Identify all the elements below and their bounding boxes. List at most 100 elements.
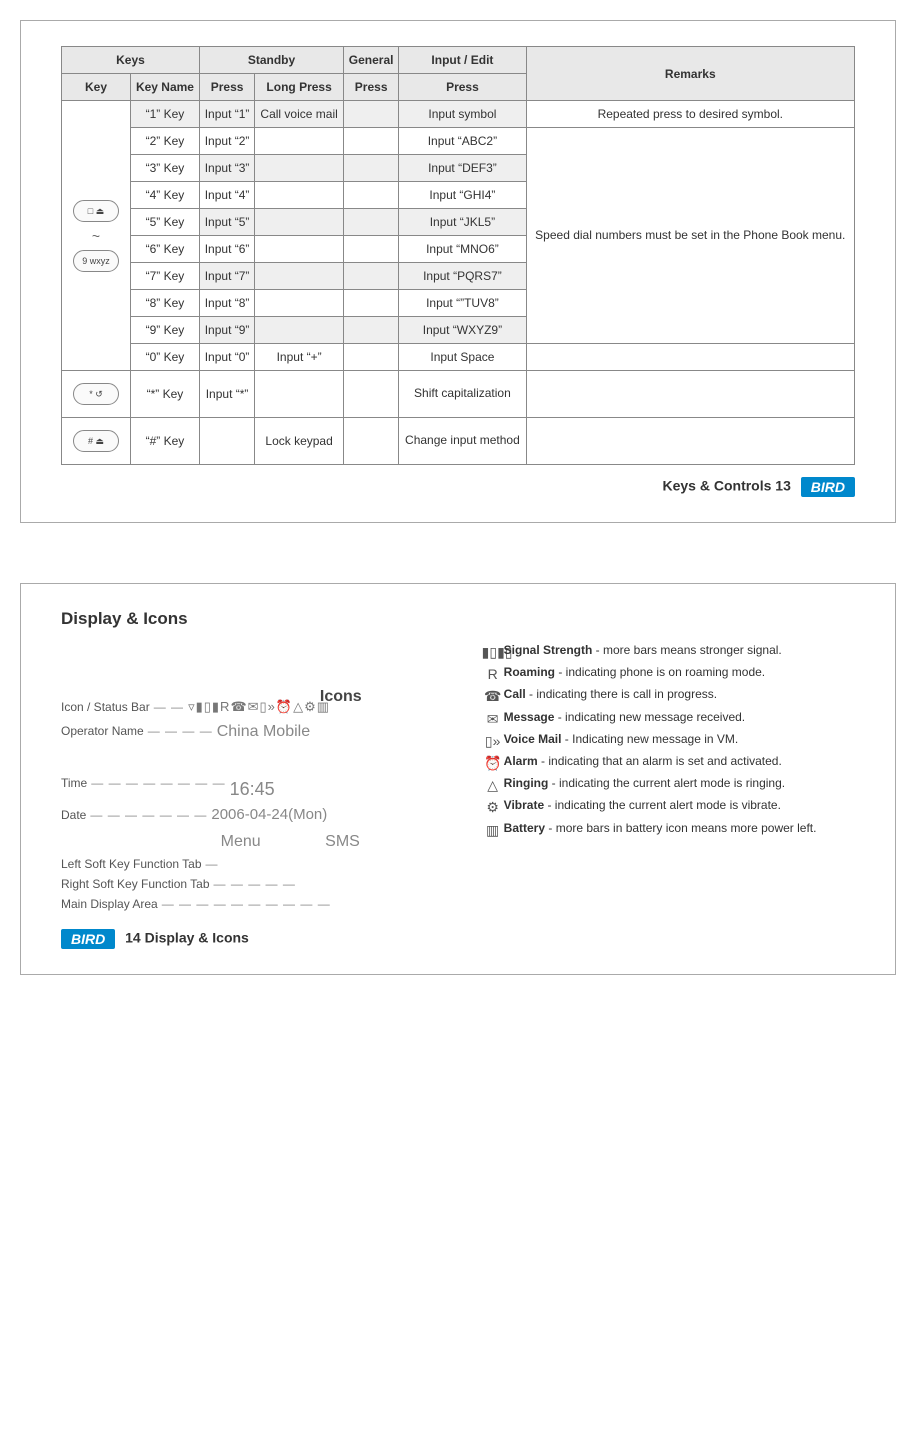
page1-footer: Keys & Controls 13 BIRD <box>61 477 855 497</box>
status-icon: ▥ <box>482 821 504 839</box>
cell-hash-gen <box>344 418 399 465</box>
icon-description: Signal Strength - more bars means strong… <box>504 643 855 659</box>
status-icon: ⚙ <box>482 798 504 816</box>
cell-gen <box>344 290 399 317</box>
cell-long: Input “+” <box>255 344 344 371</box>
icon-legend-item: ✉Message - indicating new message receiv… <box>482 710 855 728</box>
cell-inp: Input “JKL5” <box>399 209 526 236</box>
icon-legend-item: △Ringing - indicating the current alert … <box>482 776 855 794</box>
cell-name: “9” Key <box>131 317 200 344</box>
cell-gen <box>344 209 399 236</box>
label-right-soft: Right Soft Key Function Tab <box>61 877 210 891</box>
screen-date: 2006-04-24(Mon) <box>211 806 327 823</box>
icon-description: Alarm - indicating that an alarm is set … <box>504 754 855 770</box>
label-left-soft: Left Soft Key Function Tab <box>61 857 202 871</box>
cell-inp: Input “GHI4” <box>399 182 526 209</box>
th-press3: Press <box>399 74 526 101</box>
status-icon: ⏰ <box>482 754 504 772</box>
status-icon: ▮▯▮▯ <box>482 643 504 661</box>
icon-description: Ringing - indicating the current alert m… <box>504 776 855 792</box>
cell-gen <box>344 344 399 371</box>
cell-hash-long: Lock keypad <box>255 418 344 465</box>
cell-gen <box>344 128 399 155</box>
icon-description: Vibrate - indicating the current alert m… <box>504 798 855 814</box>
status-icon: ☎ <box>482 687 504 705</box>
th-input-edit: Input / Edit <box>399 47 526 74</box>
icon-legend-item: ⏰Alarm - indicating that an alarm is set… <box>482 754 855 772</box>
cell-long <box>255 155 344 182</box>
cell-press: Input “5” <box>199 209 254 236</box>
cell-name: “2” Key <box>131 128 200 155</box>
label-date: Date <box>61 808 86 822</box>
cell-name: “8” Key <box>131 290 200 317</box>
label-operator: Operator Name <box>61 724 144 738</box>
cell-press: Input “8” <box>199 290 254 317</box>
keys-table: Keys Standby General Input / Edit Remark… <box>61 46 855 465</box>
cell-name: “1” Key <box>131 101 200 128</box>
cell-long <box>255 290 344 317</box>
cell-gen <box>344 101 399 128</box>
cell-inp: Input “ABC2” <box>399 128 526 155</box>
cell-press: Input “9” <box>199 317 254 344</box>
icons-label: Icons <box>320 688 362 706</box>
phone-key-icon: 9 wxyz <box>73 250 119 272</box>
page2-footer: BIRD 14 Display & Icons <box>61 929 855 949</box>
screen-iconbar: ▿▮▯▮R☎✉▯»⏰△⚙▥ <box>188 699 330 715</box>
cell-star-press: Input “*” <box>199 371 254 418</box>
th-standby: Standby <box>199 47 343 74</box>
icon-description: Roaming - indicating phone is on roaming… <box>504 665 855 681</box>
cell-press: Input “6” <box>199 236 254 263</box>
cell-inp: Input “DEF3” <box>399 155 526 182</box>
cell-remarks-speed-dial: Speed dial numbers must be set in the Ph… <box>526 128 854 344</box>
cell-inp: Input “”TUV8” <box>399 290 526 317</box>
cell-long <box>255 317 344 344</box>
status-icon: ✉ <box>482 710 504 728</box>
cell-remarks <box>526 344 854 371</box>
cell-name: “7” Key <box>131 263 200 290</box>
table-row: “2” KeyInput “2”Input “ABC2”Speed dial n… <box>62 128 855 155</box>
status-icon: ▯» <box>482 732 504 750</box>
brand-logo: BIRD <box>801 477 855 497</box>
cell-press: Input “4” <box>199 182 254 209</box>
cell-long <box>255 182 344 209</box>
icon-description: Message - indicating new message receive… <box>504 710 855 726</box>
phone-key-icon: □ ⏏ <box>73 200 119 222</box>
cell-long <box>255 209 344 236</box>
table-row-star: * ↺ “*” Key Input “*” Shift capitalizati… <box>62 371 855 418</box>
cell-hash-rem <box>526 418 854 465</box>
screen-time: 16:45 <box>230 779 275 800</box>
th-key: Key <box>62 74 131 101</box>
th-general: General <box>344 47 399 74</box>
status-icon: R <box>482 665 504 683</box>
cell-star-name: “*” Key <box>131 371 200 418</box>
cell-gen <box>344 263 399 290</box>
footer-text: 14 Display & Icons <box>125 930 249 946</box>
cell-press: Input “1” <box>199 101 254 128</box>
cell-gen <box>344 236 399 263</box>
cell-name: “3” Key <box>131 155 200 182</box>
cell-gen <box>344 317 399 344</box>
table-row-hash: # ⏏ “#” Key Lock keypad Change input met… <box>62 418 855 465</box>
icon-description: Battery - more bars in battery icon mean… <box>504 821 855 837</box>
icon-legend-item: ⚙Vibrate - indicating the current alert … <box>482 798 855 816</box>
cell-press: Input “7” <box>199 263 254 290</box>
cell-inp: Input symbol <box>399 101 526 128</box>
key-icon-numeric: □ ⏏~9 wxyz <box>62 101 131 371</box>
display-diagram: Icons Icon / Status Bar — — ▿▮▯▮R☎✉▯»⏰△⚙… <box>61 643 472 917</box>
screen-sms: SMS <box>325 833 360 850</box>
cell-inp: Input “WXYZ9” <box>399 317 526 344</box>
cell-long <box>255 236 344 263</box>
icon-legend-item: ☎Call - indicating there is call in prog… <box>482 687 855 705</box>
cell-press: Input “2” <box>199 128 254 155</box>
page-keys-controls: Keys Standby General Input / Edit Remark… <box>20 20 896 523</box>
cell-gen <box>344 182 399 209</box>
icon-legend: ▮▯▮▯Signal Strength - more bars means st… <box>482 643 855 917</box>
brand-logo: BIRD <box>61 929 115 949</box>
cell-remarks: Repeated press to desired symbol. <box>526 101 854 128</box>
cell-star-rem <box>526 371 854 418</box>
cell-name: “5” Key <box>131 209 200 236</box>
cell-long <box>255 128 344 155</box>
cell-inp: Input “PQRS7” <box>399 263 526 290</box>
cell-gen <box>344 155 399 182</box>
cell-inp: Input “MNO6” <box>399 236 526 263</box>
